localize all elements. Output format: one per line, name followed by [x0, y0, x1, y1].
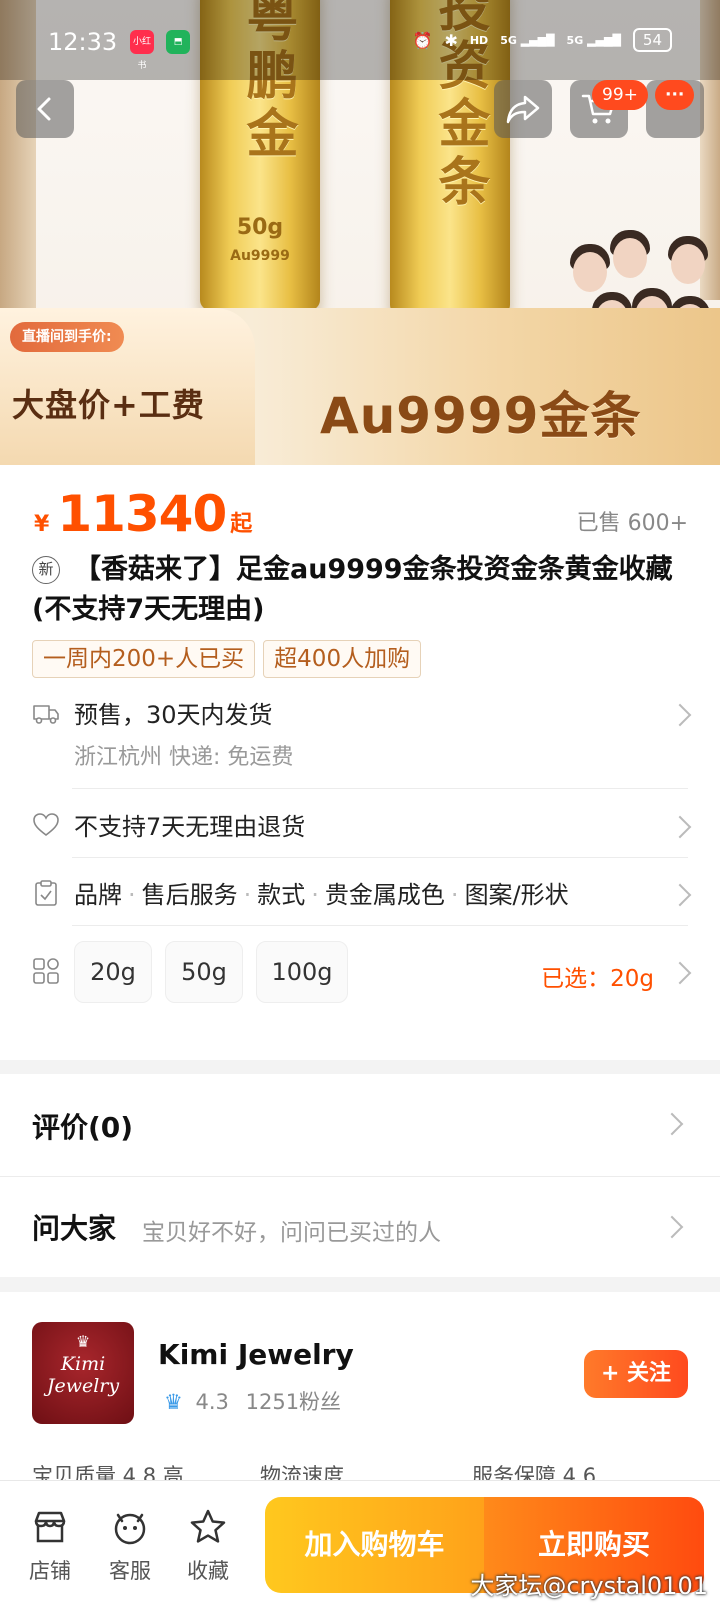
ask-title: 问大家	[32, 1212, 117, 1245]
battery-icon: 54	[632, 28, 672, 52]
param-brand: 品牌	[74, 881, 122, 909]
shipping-sub: 浙江杭州 快递: 免运费	[74, 745, 294, 770]
truck-icon	[33, 705, 59, 724]
shop-rating: 4.3	[195, 1390, 229, 1414]
shop-logo[interactable]: ♛ Kimi Jewelry	[32, 1322, 134, 1424]
status-bar: 12:33 小红书 ⬒ ⏰ ✱ HD 5G ▂▄▆█ 5G ▂▄▆█ 54	[0, 0, 720, 80]
grid-icon	[33, 958, 59, 984]
add-to-cart-button[interactable]: 加入购物车	[265, 1497, 484, 1593]
shipping-row[interactable]: 预售，30天内发货 浙江杭州 快递: 免运费	[32, 695, 692, 775]
param-purity: 贵金属成色	[324, 881, 445, 909]
follow-button[interactable]: + 关注	[584, 1350, 688, 1398]
divider	[72, 857, 688, 858]
price-suffix: 起	[230, 512, 253, 537]
share-button[interactable]	[494, 80, 552, 138]
chevron-right-icon	[668, 961, 692, 985]
params-text: 品牌 · 售后服务 · 款式 · 贵金属成色 · 图案/形状	[74, 881, 569, 909]
alarm-icon: ⏰	[412, 30, 433, 50]
sku-option-100g[interactable]: 100g	[256, 941, 348, 1003]
bluetooth-icon: ✱	[444, 30, 458, 50]
product-title[interactable]: 新【香菇来了】足金au9999金条投资金条黄金收藏(不支持7天无理由)	[32, 550, 692, 630]
sold-count: 已售 600+	[576, 511, 688, 536]
chevron-right-icon	[660, 1215, 684, 1239]
store-icon	[34, 1511, 66, 1543]
notification-app-icon: 小红书	[130, 30, 154, 71]
chevron-right-icon	[668, 815, 692, 839]
promo-pricing-text: 大盘价+工费	[12, 386, 205, 424]
param-style: 款式	[257, 881, 306, 909]
service-label: 客服	[109, 1559, 151, 1583]
params-row[interactable]: 品牌 · 售后服务 · 款式 · 贵金属成色 · 图案/形状	[32, 875, 692, 915]
crown-icon: ♛	[75, 1332, 91, 1351]
back-button[interactable]	[16, 80, 74, 138]
more-icon[interactable]: ···	[655, 80, 695, 110]
param-after-sales: 售后服务	[141, 881, 238, 909]
chevron-right-icon	[668, 883, 692, 907]
product-title-text: 【香菇来了】足金au9999金条投资金条黄金收藏(不支持7天无理由)	[32, 554, 673, 625]
product-tags: 一周内200+人已买 超400人加购	[32, 640, 422, 678]
status-indicators: ⏰ ✱ HD 5G ▂▄▆█ 5G ▂▄▆█ 54	[413, 28, 672, 52]
store-button[interactable]: 店铺	[20, 1507, 80, 1585]
service-button[interactable]: 客服	[100, 1507, 160, 1585]
reviews-title: 评价(0)	[32, 1111, 134, 1144]
customer-service-icon	[114, 1513, 146, 1545]
ask-placeholder: 宝贝好不好，问问已买过的人	[142, 1220, 441, 1246]
status-time: 12:33	[48, 28, 118, 56]
param-shape: 图案/形状	[464, 881, 569, 909]
product-info-card: ¥ 11340 起 已售 600+ 新【香菇来了】足金au9999金条投资金条黄…	[0, 465, 720, 1060]
heart-icon	[33, 813, 59, 837]
shop-section[interactable]: ♛ Kimi Jewelry Kimi Jewelry ♛ 4.3 1251粉丝…	[0, 1292, 720, 1488]
currency-symbol: ¥	[34, 512, 50, 537]
favorite-button[interactable]: 收藏	[178, 1507, 238, 1585]
chevron-right-icon	[660, 1112, 684, 1136]
chevron-left-icon	[37, 97, 51, 121]
share-icon	[506, 95, 540, 124]
selected-sku: 已选：20g	[541, 966, 654, 992]
reviews-section[interactable]: 评价(0)	[0, 1074, 720, 1176]
promo-product-text: Au9999金条	[320, 387, 642, 445]
hd-icon: HD	[469, 33, 489, 47]
promo-banner-left-panel: 直播间到手价: 大盘价+工费	[0, 308, 255, 465]
returns-text: 不支持7天无理由退货	[74, 813, 306, 841]
new-badge: 新	[32, 556, 60, 584]
sku-row[interactable]: 20g 50g 100g 已选：20g	[32, 941, 692, 1003]
shop-fans: 1251粉丝	[245, 1390, 342, 1414]
shipping-main: 预售，30天内发货	[74, 701, 273, 729]
shop-name[interactable]: Kimi Jewelry	[158, 1338, 354, 1371]
signal-icon: 5G ▂▄▆█	[500, 33, 555, 47]
live-price-tag: 直播间到手价:	[10, 322, 124, 352]
store-label: 店铺	[29, 1559, 71, 1583]
signal-icon: 5G ▂▄▆█	[566, 33, 621, 47]
crown-badge-icon: ♛	[164, 1390, 183, 1414]
star-icon	[190, 1509, 226, 1543]
divider	[72, 925, 688, 926]
sku-option-50g[interactable]: 50g	[165, 941, 243, 1003]
price: ¥ 11340 起	[34, 485, 252, 543]
clipboard-icon	[35, 880, 57, 906]
shop-meta: ♛ 4.3 1251粉丝	[164, 1386, 341, 1416]
chevron-right-icon	[668, 703, 692, 727]
returns-row[interactable]: 不支持7天无理由退货	[32, 807, 692, 847]
notification-app-icon: ⬒	[166, 30, 190, 54]
gold-bar-weight: 50g	[236, 215, 284, 240]
price-value: 11340	[57, 485, 227, 543]
divider	[72, 788, 688, 789]
watermark: 大家坛@crystal0101	[470, 1572, 708, 1600]
sku-option-20g[interactable]: 20g	[74, 941, 152, 1003]
tag-bought: 一周内200+人已买	[32, 640, 256, 678]
favorite-label: 收藏	[187, 1559, 229, 1583]
tag-added-cart: 超400人加购	[263, 640, 422, 678]
ask-section[interactable]: 问大家 宝贝好不好，问问已买过的人	[0, 1177, 720, 1277]
gold-bar-purity: Au9999	[230, 248, 290, 264]
promo-banner: 直播间到手价: 大盘价+工费 Au9999金条	[0, 308, 720, 465]
cart-count-badge: 99+	[592, 80, 648, 110]
